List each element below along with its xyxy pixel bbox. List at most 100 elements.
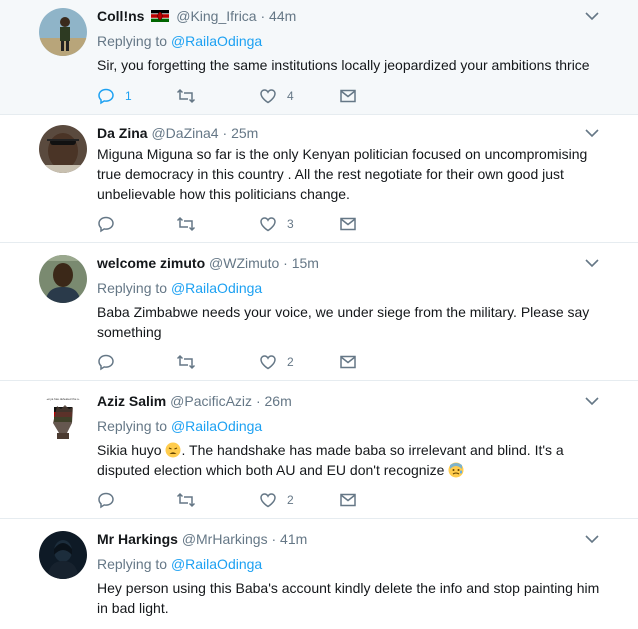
tweet-text: Sir, you forgetting the same institution…: [97, 57, 590, 73]
avatar[interactable]: [39, 125, 87, 173]
tweet-actions: 3: [97, 215, 397, 233]
direct-message-button[interactable]: [339, 353, 357, 371]
separator-dot: ·: [271, 531, 277, 547]
reply-button[interactable]: [97, 491, 125, 509]
chevron-down-icon[interactable]: [585, 259, 599, 269]
tweet-header: Coll!ns @King_Ifrica · 44m: [97, 7, 608, 25]
like-count: 4: [287, 89, 294, 103]
timestamp[interactable]: 25m: [231, 125, 258, 141]
heart-icon: [260, 89, 276, 104]
envelope-icon: [340, 89, 356, 103]
reply-icon: [98, 88, 114, 105]
retweet-button[interactable]: [176, 353, 206, 371]
tweet-text: Hey person using this Baba's account kin…: [97, 580, 600, 616]
heart-icon: [260, 217, 276, 232]
chevron-down-icon[interactable]: [585, 397, 599, 407]
separator-dot: ·: [255, 393, 261, 409]
retweet-icon: [176, 216, 196, 232]
reply-icon: [98, 492, 114, 509]
avatar[interactable]: Kenya has defeated the AU: [39, 393, 87, 441]
envelope-icon: [340, 493, 356, 507]
avatar[interactable]: [39, 531, 87, 579]
kenya-flag-icon: [151, 8, 170, 22]
display-name[interactable]: welcome zimuto: [97, 255, 205, 271]
retweet-button[interactable]: [176, 215, 206, 233]
avatar[interactable]: [39, 8, 87, 56]
tweet[interactable]: Kenya has defeated the AU Aziz Salim @Pa…: [0, 381, 638, 519]
display-name[interactable]: Da Zina: [97, 125, 148, 141]
timestamp[interactable]: 15m: [292, 255, 319, 271]
tweet-text: Miguna Miguna so far is the only Kenyan …: [97, 146, 588, 202]
tweet-header: Mr Harkings @MrHarkings · 41m: [97, 530, 608, 548]
tweet[interactable]: Da Zina @DaZina4 · 25m Miguna Miguna so …: [0, 115, 638, 243]
like-count: 3: [287, 217, 294, 231]
reply-button[interactable]: [97, 353, 125, 371]
timestamp[interactable]: 41m: [280, 531, 307, 547]
display-name[interactable]: Coll!ns: [97, 8, 144, 24]
like-button[interactable]: 3: [259, 215, 294, 233]
chevron-down-icon[interactable]: [585, 12, 599, 22]
reply-icon: [98, 354, 114, 371]
separator-dot: ·: [222, 125, 228, 141]
username[interactable]: @King_Ifrica: [176, 8, 256, 24]
tweet[interactable]: welcome zimuto @WZimuto · 15m Replying t…: [0, 243, 638, 381]
tweet-header: Da Zina @DaZina4 · 25m: [97, 124, 608, 142]
like-count: 2: [287, 355, 294, 369]
replying-to-label: Replying to: [97, 418, 168, 434]
direct-message-button[interactable]: [339, 491, 357, 509]
replying-to-link[interactable]: @RailaOdinga: [171, 280, 262, 296]
tweet-actions: 2: [97, 353, 397, 371]
retweet-icon: [176, 492, 196, 508]
tweet-actions: 1 4: [97, 87, 397, 105]
reply-button[interactable]: 1: [97, 87, 132, 105]
anxious-face-emoji-icon: [448, 462, 464, 478]
heart-icon: [260, 355, 276, 370]
replying-to-label: Replying to: [97, 280, 168, 296]
retweet-icon: [176, 88, 196, 104]
envelope-icon: [340, 217, 356, 231]
username[interactable]: @WZimuto: [209, 255, 279, 271]
tweet-header: welcome zimuto @WZimuto · 15m: [97, 254, 608, 272]
tweet[interactable]: Coll!ns @King_Ifrica · 44m Replying to @…: [0, 0, 638, 115]
tweet-text: Baba Zimbabwe needs your voice, we under…: [97, 304, 590, 340]
separator-dot: ·: [283, 255, 288, 271]
reply-icon: [98, 216, 114, 233]
replying-to-link[interactable]: @RailaOdinga: [171, 556, 262, 572]
chevron-down-icon[interactable]: [585, 535, 599, 545]
display-name[interactable]: Mr Harkings: [97, 531, 178, 547]
like-button[interactable]: 2: [259, 353, 294, 371]
retweet-button[interactable]: [176, 87, 206, 105]
avatar[interactable]: [39, 255, 87, 303]
timestamp[interactable]: 26m: [265, 393, 292, 409]
replying-to: Replying to @RailaOdinga: [97, 555, 608, 573]
tweet-header: Aziz Salim @PacificAziz · 26m: [97, 392, 608, 410]
chevron-down-icon[interactable]: [585, 129, 599, 139]
username[interactable]: @PacificAziz: [170, 393, 252, 409]
like-button[interactable]: 4: [259, 87, 294, 105]
replying-to-label: Replying to: [97, 556, 168, 572]
replying-to-label: Replying to: [97, 33, 168, 49]
reply-button[interactable]: [97, 215, 125, 233]
replying-to: Replying to @RailaOdinga: [97, 279, 608, 297]
like-count: 2: [287, 493, 294, 507]
username[interactable]: @MrHarkings: [182, 531, 268, 547]
retweet-button[interactable]: [176, 491, 206, 509]
separator-dot: ·: [260, 8, 266, 24]
direct-message-button[interactable]: [339, 87, 357, 105]
direct-message-button[interactable]: [339, 215, 357, 233]
retweet-icon: [176, 354, 196, 370]
username[interactable]: @DaZina4: [151, 125, 218, 141]
reply-count: 1: [125, 89, 132, 103]
heart-icon: [260, 493, 276, 508]
tweet-text: Sikia huyo . The handshake has made baba…: [97, 440, 608, 480]
timestamp[interactable]: 44m: [269, 8, 296, 24]
tweet[interactable]: Mr Harkings @MrHarkings · 41m Replying t…: [0, 519, 638, 629]
weary-face-emoji-icon: [165, 442, 181, 458]
replying-to: Replying to @RailaOdinga: [97, 417, 608, 435]
replying-to-link[interactable]: @RailaOdinga: [171, 418, 262, 434]
avatar-caption: Kenya has defeated the AU: [45, 397, 82, 401]
replying-to-link[interactable]: @RailaOdinga: [171, 33, 262, 49]
display-name[interactable]: Aziz Salim: [97, 393, 166, 409]
like-button[interactable]: 2: [259, 491, 294, 509]
tweet-text-part: Sikia huyo: [97, 442, 166, 458]
